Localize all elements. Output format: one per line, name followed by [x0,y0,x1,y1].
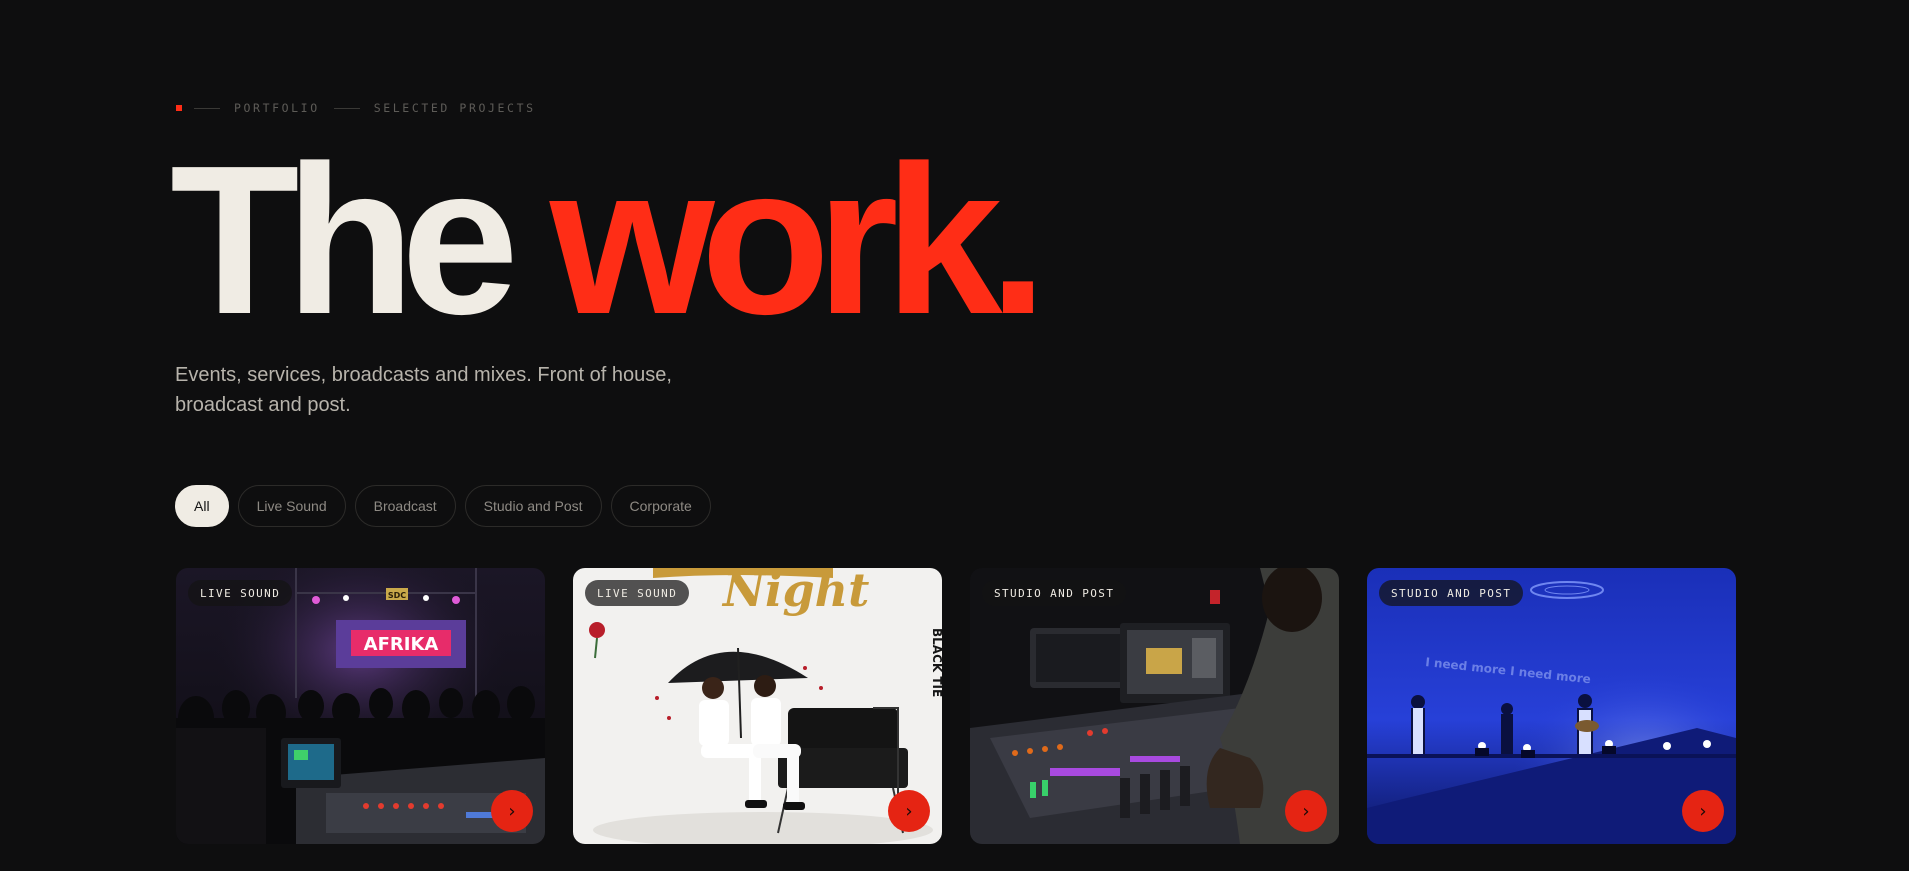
filter-broadcast[interactable]: Broadcast [354,485,456,527]
project-image-concert: SDC AFRIKA LIVE SOUND › [176,568,545,844]
project-card[interactable]: Night BLACK TIE LIVE SOUND › [573,568,942,844]
banner-text: AFRIKA [364,634,439,655]
project-image-stage: I need more I need more STUDIO AND POST … [1367,568,1736,844]
chevron-right-icon[interactable]: › [491,790,533,832]
chevron-right-icon[interactable]: › [888,790,930,832]
page-title: The work. [170,134,1048,346]
chevron-right-icon[interactable]: › [1285,790,1327,832]
project-card[interactable]: SDC AFRIKA LIVE SOUND › [176,568,545,844]
category-badge: STUDIO AND POST [1379,580,1524,606]
category-badge: STUDIO AND POST [982,580,1127,606]
filter-live-sound[interactable]: Live Sound [237,485,346,527]
divider [333,107,360,109]
eyebrow: PORTFOLIO SELECTED PROJECTS [176,101,550,115]
eyebrow-subsection: SELECTED PROJECTS [373,101,536,115]
project-image-studio: STUDIO AND POST › [970,568,1339,844]
chevron-right-icon[interactable]: › [1682,790,1724,832]
filter-corporate[interactable]: Corporate [610,485,711,527]
divider [194,107,220,109]
eyebrow-section: PORTFOLIO [234,101,320,115]
project-image-poster: Night BLACK TIE LIVE SOUND › [573,568,942,844]
project-grid: SDC AFRIKA LIVE SOUND › Night BLACK TIE … [176,568,1736,844]
project-card[interactable]: I need more I need more STUDIO AND POST … [1367,568,1736,844]
category-badge: LIVE SOUND [585,580,690,606]
category-badge: LIVE SOUND [188,580,293,606]
project-card[interactable]: STUDIO AND POST › [970,568,1339,844]
filter-all[interactable]: All [175,485,229,527]
intro-text: Events, services, broadcasts and mixes. … [175,364,672,416]
portfolio-page: PORTFOLIO SELECTED PROJECTS The work. Ev… [0,0,1909,871]
filter-studio-and-post[interactable]: Studio and Post [464,485,602,527]
filter-bar: All Live Sound Broadcast Studio and Post… [175,485,711,527]
accent-square-icon [176,105,182,111]
title-part-2: work. [549,121,1048,358]
screen-logo: SDC [388,591,406,600]
poster-side-text: BLACK TIE [930,628,942,697]
title-part-1: The [170,121,519,358]
